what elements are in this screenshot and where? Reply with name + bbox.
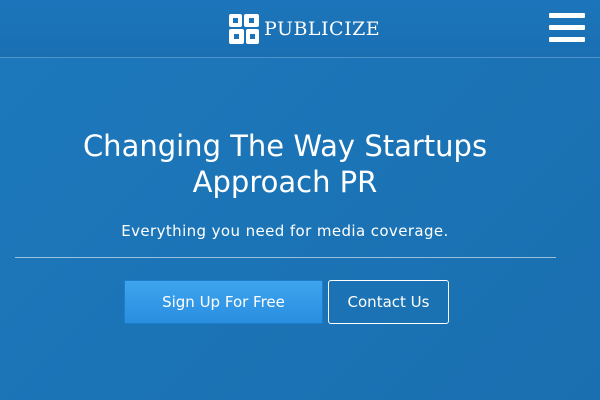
hamburger-menu-icon[interactable] [549, 12, 585, 44]
hero-divider [15, 257, 556, 258]
menu-bar-bottom [549, 37, 585, 42]
brand-logo[interactable]: Publicize [229, 14, 380, 44]
brand-name: Publicize [264, 18, 381, 40]
menu-bar-middle [549, 25, 585, 30]
headline-line-1: Changing The Way Startups [82, 129, 488, 163]
hero-section: Changing The Way Startups Approach PR Ev… [0, 58, 600, 400]
hero-headline: Changing The Way Startups Approach PR [0, 128, 570, 200]
sign-up-button[interactable]: Sign Up For Free [124, 280, 323, 324]
publicize-logo-icon [229, 14, 259, 44]
site-header: Publicize [0, 0, 600, 58]
headline-line-2: Approach PR [192, 165, 378, 199]
menu-bar-top [549, 13, 585, 18]
contact-us-button[interactable]: Contact Us [328, 280, 449, 324]
hero-tagline: Everything you need for media coverage. [121, 222, 449, 240]
